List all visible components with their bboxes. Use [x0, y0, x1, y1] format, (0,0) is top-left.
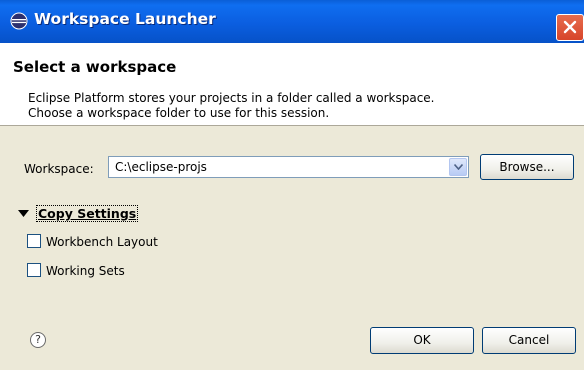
ok-button[interactable]: OK: [370, 327, 474, 354]
close-button[interactable]: [556, 14, 584, 41]
browse-button[interactable]: Browse...: [480, 154, 574, 180]
workbench-layout-label[interactable]: Workbench Layout: [46, 235, 158, 249]
banner-heading: Select a workspace: [13, 58, 177, 76]
help-icon[interactable]: ?: [30, 332, 46, 348]
close-icon: [563, 20, 577, 34]
window-title: Workspace Launcher: [34, 10, 216, 28]
title-bar[interactable]: Workspace Launcher: [0, 0, 584, 43]
chevron-down-icon: [454, 164, 463, 170]
banner-description-line2: Choose a workspace folder to use for thi…: [28, 106, 330, 120]
workspace-label: Workspace:: [24, 162, 94, 176]
eclipse-app-icon: [10, 12, 28, 30]
working-sets-label[interactable]: Working Sets: [46, 264, 125, 278]
cancel-button[interactable]: Cancel: [482, 327, 576, 354]
combo-dropdown-button[interactable]: [449, 158, 467, 176]
header-banner: Select a workspace Eclipse Platform stor…: [0, 43, 584, 126]
workspace-combo[interactable]: C:\eclipse-projs: [108, 156, 469, 178]
copy-settings-title[interactable]: Copy Settings: [36, 205, 139, 222]
banner-description-line1: Eclipse Platform stores your projects in…: [28, 91, 435, 105]
workspace-path-value[interactable]: C:\eclipse-projs: [115, 160, 207, 174]
workspace-launcher-dialog: Workspace Launcher Select a workspace Ec…: [0, 0, 584, 370]
workbench-layout-checkbox[interactable]: [27, 234, 41, 248]
working-sets-checkbox[interactable]: [27, 263, 41, 277]
expanded-triangle-icon: [18, 210, 29, 217]
banner-description: Eclipse Platform stores your projects in…: [28, 91, 435, 121]
dialog-content: Workspace: C:\eclipse-projs Browse... Co…: [0, 126, 584, 370]
